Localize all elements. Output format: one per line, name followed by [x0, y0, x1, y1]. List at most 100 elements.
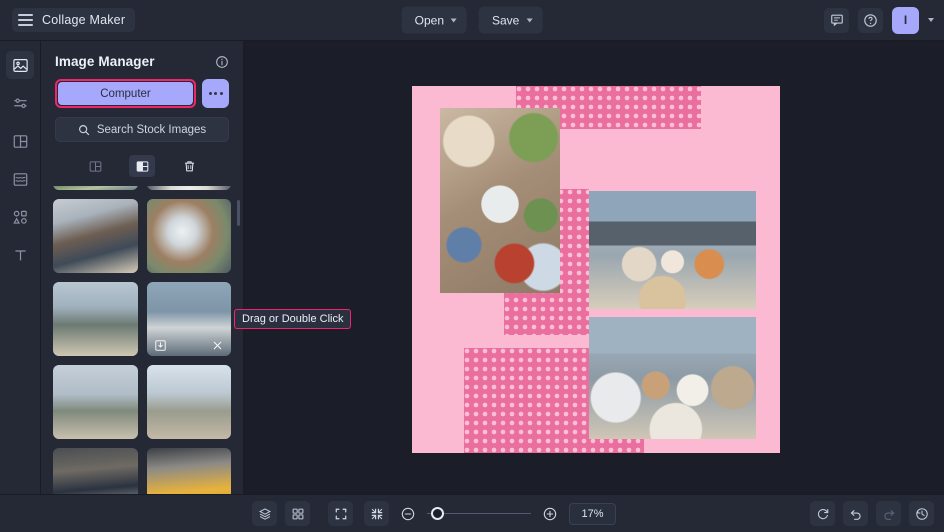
minus-circle-icon	[401, 507, 415, 520]
sidebar-item-shapes[interactable]	[6, 203, 34, 231]
close-icon[interactable]	[211, 339, 224, 352]
panel-single-icon	[89, 160, 101, 172]
page-title: Image Manager	[55, 54, 155, 69]
undo-icon	[850, 509, 861, 520]
thumbnail-grid	[53, 186, 231, 494]
shrink-button[interactable]	[364, 501, 389, 526]
zoom-in-button[interactable]	[542, 506, 558, 522]
thumbnail-image	[146, 365, 231, 439]
list-item[interactable]	[53, 199, 138, 273]
sidebar-item-text[interactable]	[6, 241, 34, 269]
fit-screen-icon	[335, 508, 346, 519]
thumbnail-image	[53, 448, 138, 494]
layout-icon	[13, 134, 27, 148]
collage-photo-cheers-overhead[interactable]	[440, 108, 560, 293]
search-stock-images-button[interactable]: Search Stock Images	[55, 117, 229, 142]
undo-button[interactable]	[843, 501, 868, 526]
list-item[interactable]	[53, 365, 138, 439]
fit-screen-button[interactable]	[328, 501, 353, 526]
help-button[interactable]	[858, 7, 883, 33]
list-item[interactable]	[146, 199, 231, 273]
thumbnail-image	[53, 186, 138, 190]
shrink-icon	[371, 508, 382, 519]
collage-canvas[interactable]	[412, 86, 780, 453]
list-item[interactable]	[146, 448, 231, 494]
delete-all-button[interactable]	[176, 155, 202, 177]
sliders-icon	[13, 97, 27, 108]
question-circle-icon	[864, 13, 877, 27]
dot	[214, 92, 217, 95]
app-menu-button[interactable]: Collage Maker	[12, 8, 136, 32]
text-icon	[14, 249, 26, 260]
account-chevron-down-icon[interactable]	[928, 18, 934, 22]
sidebar-item-adjustments[interactable]	[6, 89, 34, 117]
image-source-row: Computer	[41, 79, 243, 108]
drag-hint-tooltip: Drag or Double Click	[234, 309, 352, 329]
chat-icon	[830, 14, 843, 27]
info-icon[interactable]	[215, 55, 229, 69]
bottom-bar: 17%	[0, 494, 944, 532]
sidebar-item-layouts[interactable]	[6, 127, 34, 155]
image-manager-panel: Image Manager Computer Search Stock Imag…	[41, 41, 244, 494]
more-sources-button[interactable]	[202, 79, 229, 108]
list-item[interactable]	[146, 186, 231, 190]
avatar[interactable]: I	[892, 6, 919, 34]
reset-icon	[817, 508, 828, 519]
panel-header: Image Manager	[41, 41, 243, 79]
thumbnail-overlay	[147, 334, 232, 356]
list-item-selected[interactable]	[146, 282, 232, 356]
app-root: Collage Maker Open Save I Image Manager …	[0, 0, 944, 532]
search-icon	[78, 124, 89, 135]
view-single-button[interactable]	[82, 155, 108, 177]
file-actions: Open Save	[401, 6, 543, 34]
thumbnail-list[interactable]	[41, 186, 243, 494]
list-item[interactable]	[53, 448, 138, 494]
save-button[interactable]: Save	[479, 6, 543, 34]
shapes-icon	[12, 210, 27, 224]
panel-scrollbar[interactable]	[237, 200, 240, 226]
thumbnail-image	[53, 199, 138, 273]
layers-icon	[258, 507, 271, 520]
hamburger-icon	[18, 14, 33, 26]
zoom-level-input[interactable]: 17%	[569, 502, 616, 525]
zoom-slider[interactable]	[427, 507, 531, 521]
redo-icon	[883, 509, 894, 520]
open-button[interactable]: Open	[401, 6, 467, 34]
feedback-button[interactable]	[824, 7, 849, 33]
app-body: Image Manager Computer Search Stock Imag…	[0, 41, 944, 494]
history-button[interactable]	[909, 501, 934, 526]
list-item[interactable]	[146, 365, 231, 439]
app-title: Collage Maker	[42, 13, 126, 27]
sidebar-item-image-manager[interactable]	[6, 51, 34, 79]
computer-button-highlight: Computer	[55, 79, 196, 108]
open-label: Open	[414, 13, 444, 27]
layers-button[interactable]	[252, 501, 277, 526]
tool-rail	[0, 41, 41, 494]
thumbnail-image	[146, 199, 231, 273]
list-item[interactable]	[53, 186, 138, 190]
thumbnail-image	[53, 282, 138, 356]
thumbnail-image	[146, 186, 231, 190]
zoom-slider-handle[interactable]	[431, 507, 444, 520]
list-item[interactable]	[53, 282, 138, 356]
canvas-area[interactable]	[244, 41, 944, 494]
reset-button[interactable]	[810, 501, 835, 526]
grid-icon	[292, 508, 303, 519]
computer-button[interactable]: Computer	[58, 82, 193, 105]
plus-circle-icon	[543, 507, 557, 520]
collage-photo-rooftop-toast[interactable]	[589, 191, 756, 309]
view-split-button[interactable]	[129, 155, 155, 177]
panel-split-icon	[136, 160, 148, 172]
bottom-right-tools	[810, 501, 934, 526]
trash-icon	[184, 160, 194, 171]
grid-button[interactable]	[285, 501, 310, 526]
collage-photo-rooftop-dinner[interactable]	[589, 317, 756, 439]
sidebar-item-background[interactable]	[6, 165, 34, 193]
thumbnail-image	[53, 365, 138, 439]
chevron-down-icon	[451, 18, 457, 22]
redo-button[interactable]	[876, 501, 901, 526]
chevron-down-icon	[526, 18, 533, 22]
zoom-out-button[interactable]	[400, 506, 416, 522]
thumbnail-image	[146, 448, 231, 494]
download-icon[interactable]	[154, 339, 167, 352]
